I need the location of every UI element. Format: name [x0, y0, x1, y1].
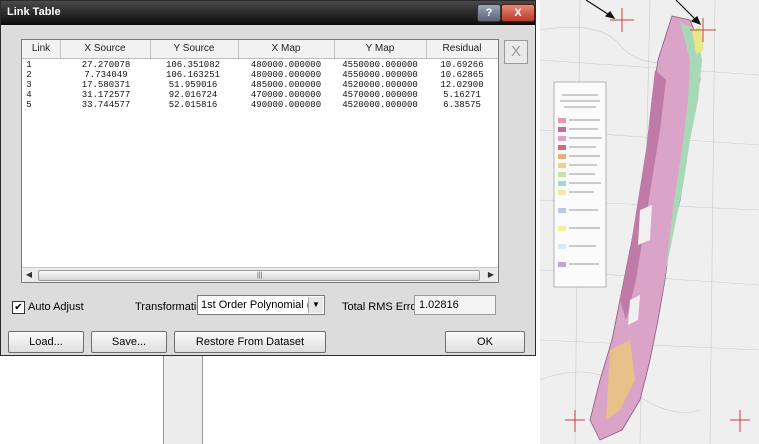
- geologic-map-image: [540, 0, 759, 444]
- column-header-link[interactable]: Link: [22, 40, 61, 58]
- cell-link: 2: [26, 70, 32, 80]
- auto-adjust-checkbox[interactable]: ✔: [12, 301, 25, 314]
- cell-x-map: 485000.000000: [250, 80, 322, 90]
- cell-y-source: 106.163251: [165, 70, 220, 80]
- cell-link: 4: [26, 90, 32, 100]
- horizontal-scrollbar[interactable]: ◀ ||| ▶: [22, 267, 498, 282]
- cell-y-source: 51.959016: [168, 80, 218, 90]
- cell-y-map: 4550000.000000: [342, 60, 418, 70]
- cell-x-map: 470000.000000: [250, 90, 322, 100]
- cell-residual: 10.69266: [440, 60, 484, 70]
- table-header: Link X Source Y Source X Map Y Map Resid…: [22, 40, 498, 59]
- background-panel-strip: [163, 355, 203, 444]
- column-header-y-source[interactable]: Y Source: [150, 40, 239, 58]
- cell-y-source: 92.016724: [168, 90, 218, 100]
- transformation-select[interactable]: 1st Order Polynomial (Affine) ▼: [197, 295, 325, 315]
- column-header-residual[interactable]: Residual: [426, 40, 498, 58]
- cell-residual: 12.02900: [440, 80, 484, 90]
- transformation-value: 1st Order Polynomial (Affine): [201, 299, 309, 311]
- scroll-left-arrow-icon[interactable]: ◀: [22, 268, 36, 282]
- dialog-titlebar[interactable]: Link Table ? X: [1, 1, 535, 25]
- cell-link: 1: [26, 60, 32, 70]
- cell-x-source: 27.270078: [81, 60, 131, 70]
- cell-y-source: 52.015816: [168, 100, 218, 110]
- cell-y-map: 4570000.000000: [342, 90, 418, 100]
- help-button[interactable]: ?: [477, 4, 501, 22]
- cell-x-source: 7.734049: [84, 70, 128, 80]
- table-row[interactable]: 3 17.580371 51.959016 485000.000000 4520…: [22, 80, 498, 90]
- cell-residual: 5.16271: [443, 90, 481, 100]
- cell-x-map: 490000.000000: [250, 100, 322, 110]
- table-row[interactable]: 5 33.744577 52.015816 490000.000000 4520…: [22, 100, 498, 110]
- table-row[interactable]: 2 7.734049 106.163251 480000.000000 4550…: [22, 70, 498, 80]
- scroll-right-arrow-icon[interactable]: ▶: [484, 268, 498, 282]
- cell-residual: 6.38575: [443, 100, 481, 110]
- table-row[interactable]: 4 31.172577 92.016724 470000.000000 4570…: [22, 90, 498, 100]
- ok-button[interactable]: OK: [445, 331, 525, 353]
- cell-residual: 10.62865: [440, 70, 484, 80]
- auto-adjust-label[interactable]: Auto Adjust: [28, 301, 84, 313]
- cell-link: 5: [26, 100, 32, 110]
- dialog-title: Link Table: [7, 6, 61, 18]
- column-header-x-map[interactable]: X Map: [238, 40, 335, 58]
- delete-icon: X: [510, 43, 521, 60]
- save-button[interactable]: Save...: [91, 331, 167, 353]
- link-table: Link X Source Y Source X Map Y Map Resid…: [21, 39, 499, 283]
- cell-x-source: 33.744577: [81, 100, 131, 110]
- close-icon: X: [514, 7, 522, 19]
- grip-icon: |||: [257, 272, 263, 279]
- cell-x-source: 17.580371: [81, 80, 131, 90]
- help-icon: ?: [485, 7, 493, 19]
- cell-x-map: 480000.000000: [250, 60, 322, 70]
- column-header-y-map[interactable]: Y Map: [334, 40, 427, 58]
- cell-y-map: 4520000.000000: [342, 80, 418, 90]
- cell-y-map: 4550000.000000: [342, 70, 418, 80]
- cell-x-map: 480000.000000: [250, 70, 322, 80]
- total-rms-error-label: Total RMS Error:: [342, 301, 424, 313]
- close-button[interactable]: X: [501, 4, 535, 22]
- dropdown-arrow-icon[interactable]: ▼: [308, 297, 323, 313]
- cell-x-source: 31.172577: [81, 90, 131, 100]
- delete-link-button[interactable]: X: [504, 40, 528, 64]
- scrollbar-thumb[interactable]: |||: [38, 270, 480, 281]
- link-table-dialog: Link Table ? X Link X Source Y Source X …: [0, 0, 536, 356]
- cell-link: 3: [26, 80, 32, 90]
- map-view: [540, 0, 759, 444]
- column-header-x-source[interactable]: X Source: [60, 40, 151, 58]
- cell-y-source: 106.351082: [165, 60, 220, 70]
- restore-from-dataset-button[interactable]: Restore From Dataset: [174, 331, 326, 353]
- load-button[interactable]: Load...: [8, 331, 84, 353]
- total-rms-error-value: 1.02816: [414, 295, 496, 315]
- table-row[interactable]: 1 27.270078 106.351082 480000.000000 455…: [22, 60, 498, 70]
- cell-y-map: 4520000.000000: [342, 100, 418, 110]
